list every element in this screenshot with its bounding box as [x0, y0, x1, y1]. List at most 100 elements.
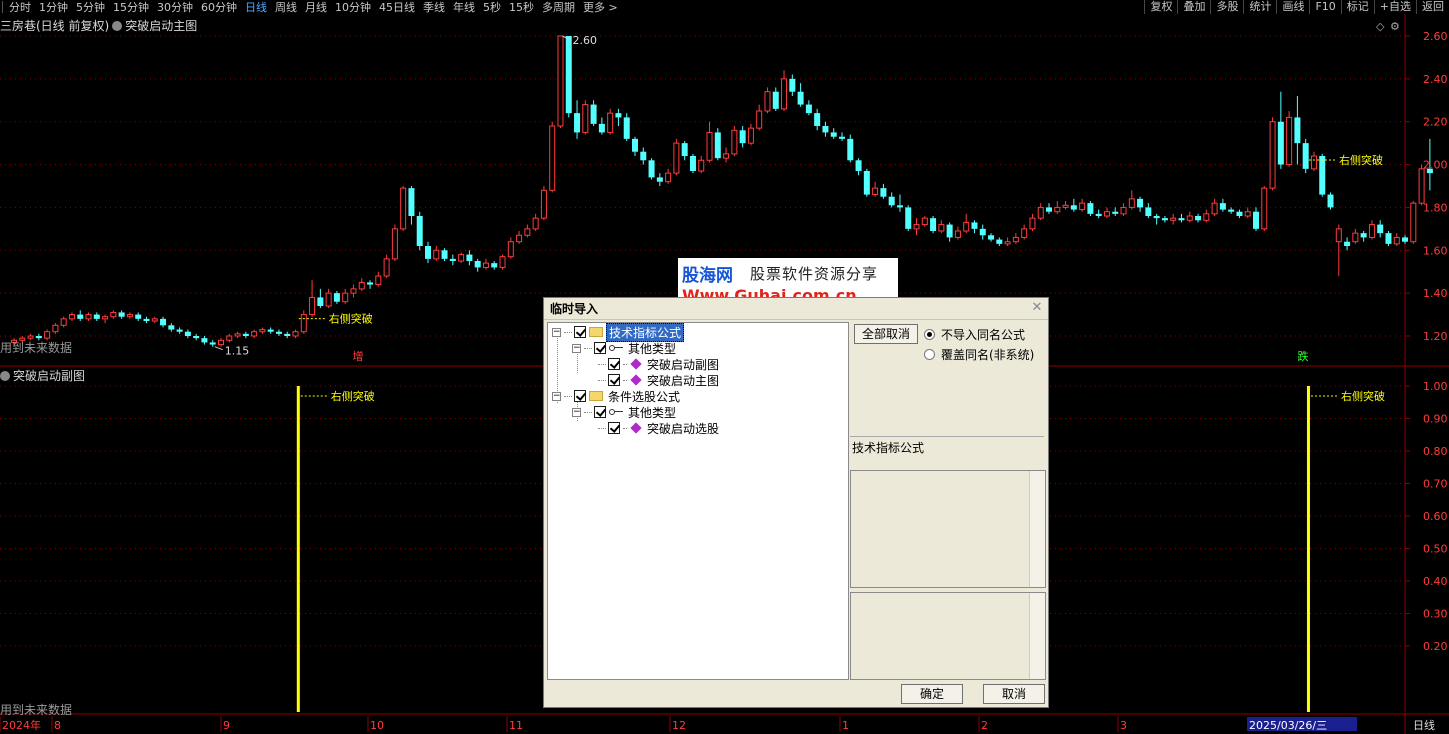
scrollbar[interactable]	[1029, 471, 1045, 587]
tree-node-item3[interactable]: 突破启动选股	[592, 420, 721, 436]
radio-overwrite[interactable]: 覆盖同名(非系统)	[924, 346, 1034, 363]
period-tab-0[interactable]: 分时	[5, 0, 35, 15]
candle-body	[482, 262, 489, 268]
gear-icon[interactable]	[0, 371, 10, 381]
period-tab-15[interactable]: 多周期	[538, 0, 579, 15]
period-tab-14[interactable]: 15秒	[505, 0, 538, 15]
key-icon	[609, 408, 623, 416]
checkbox-sub1[interactable]	[594, 342, 606, 354]
tool-button-3[interactable]: 统计	[1243, 0, 1276, 14]
collapse-icon[interactable]: −	[572, 343, 581, 353]
candle-body	[466, 254, 473, 261]
tree-node-sub2[interactable]: − 其他类型	[572, 404, 678, 420]
tool-button-7[interactable]: +自选	[1373, 0, 1416, 14]
candle-body	[367, 282, 374, 285]
tree-label-item1[interactable]: 突破启动副图	[645, 356, 721, 373]
candle-body	[60, 318, 67, 326]
period-tab-5[interactable]: 60分钟	[197, 0, 241, 15]
candle-body	[930, 218, 937, 231]
candle-body	[1410, 202, 1417, 243]
candle-body	[151, 318, 158, 322]
tree-label-sub1[interactable]: 其他类型	[626, 340, 678, 357]
collapse-icon[interactable]: −	[572, 407, 581, 417]
candle-body	[1203, 213, 1210, 221]
collapse-icon[interactable]: −	[552, 391, 561, 401]
candle-body	[375, 275, 382, 286]
cancel-button[interactable]: 取消	[983, 684, 1045, 704]
candle-body	[781, 78, 788, 110]
tree-dots	[584, 411, 592, 413]
candle-body	[176, 329, 183, 332]
checkbox-item2[interactable]	[608, 374, 620, 386]
candle-body	[1236, 211, 1243, 216]
period-tab-2[interactable]: 5分钟	[72, 0, 109, 15]
gear-icon[interactable]	[112, 21, 123, 31]
tree-node-sub1[interactable]: − 其他类型	[572, 340, 678, 356]
tree-node-item1[interactable]: 突破启动副图	[592, 356, 721, 372]
candle-body	[954, 230, 961, 238]
candle-body	[1087, 203, 1094, 214]
period-tab-4[interactable]: 30分钟	[153, 0, 197, 15]
period-tab-9[interactable]: 10分钟	[331, 0, 375, 15]
checkbox-folder1[interactable]	[574, 326, 586, 338]
checkbox-folder2[interactable]	[574, 390, 586, 402]
candle-body	[391, 228, 398, 260]
candle-body	[1269, 121, 1276, 189]
tree-label-sub2[interactable]: 其他类型	[626, 404, 678, 421]
checkbox-item3[interactable]	[608, 422, 620, 434]
sub-tick-label: 0.70	[1423, 478, 1448, 491]
tool-button-4[interactable]: 画线	[1276, 0, 1309, 14]
candle-body	[234, 333, 241, 337]
tool-button-6[interactable]: 标记	[1340, 0, 1374, 14]
period-tab-7[interactable]: 周线	[271, 0, 301, 15]
scrollbar[interactable]	[1029, 593, 1045, 679]
tree-node-item2[interactable]: 突破启动主图	[592, 372, 721, 388]
period-tab-8[interactable]: 月线	[301, 0, 331, 15]
diamond-icon	[630, 358, 642, 370]
radio-no-import[interactable]: 不导入同名公式	[924, 326, 1025, 343]
sub-tick-label: 0.20	[1423, 640, 1448, 653]
tool-button-8[interactable]: 返回	[1416, 0, 1449, 14]
period-tab-13[interactable]: 5秒	[479, 0, 505, 15]
checkbox-sub2[interactable]	[594, 406, 606, 418]
close-icon[interactable]: ✕	[1030, 301, 1044, 315]
tool-button-5[interactable]: F10	[1309, 0, 1340, 14]
tree-label-item3[interactable]: 突破启动选股	[645, 420, 721, 437]
tree-label-folder2[interactable]: 条件选股公式	[606, 388, 682, 405]
tool-button-1[interactable]: 叠加	[1177, 0, 1210, 14]
candle-body	[1137, 198, 1144, 208]
formula-detail-box[interactable]	[850, 592, 1046, 680]
ok-button[interactable]: 确定	[901, 684, 963, 704]
candle-body	[681, 143, 688, 156]
tree-node-folder2[interactable]: − 条件选股公式	[552, 388, 682, 404]
formula-description-box[interactable]	[850, 470, 1046, 588]
tree-label-item2[interactable]: 突破启动主图	[645, 372, 721, 389]
candle-body	[458, 254, 465, 262]
period-tab-16[interactable]: 更多 >	[579, 0, 622, 15]
high-price-label: 2.60	[572, 34, 597, 47]
price-tick-label: 1.40	[1423, 287, 1448, 300]
radio-button[interactable]	[924, 349, 935, 360]
period-tab-11[interactable]: 季线	[419, 0, 449, 15]
tool-button-0[interactable]: 复权	[1144, 0, 1177, 14]
tree-node-folder1[interactable]: − 技术指标公式	[552, 322, 685, 342]
sub-tick-label: 0.40	[1423, 575, 1448, 588]
period-tab-10[interactable]: 45日线	[375, 0, 419, 15]
radio-button[interactable]	[924, 329, 935, 340]
collapse-icon[interactable]: −	[552, 327, 561, 337]
candle-body	[1112, 211, 1119, 214]
candle-body	[1344, 241, 1351, 246]
checkbox-item1[interactable]	[608, 358, 620, 370]
deselect-all-button[interactable]: 全部取消	[854, 324, 918, 344]
candle-body	[1253, 211, 1259, 229]
candle-body	[789, 78, 796, 92]
candle-body	[1012, 236, 1019, 243]
period-tab-12[interactable]: 年线	[449, 0, 479, 15]
tree-dots	[564, 331, 572, 333]
period-tab-6[interactable]: 日线	[241, 0, 271, 15]
candle-body	[905, 207, 912, 229]
candle-body	[1046, 207, 1052, 212]
period-tab-1[interactable]: 1分钟	[35, 0, 72, 15]
tool-button-2[interactable]: 多股	[1210, 0, 1243, 14]
period-tab-3[interactable]: 15分钟	[109, 0, 153, 15]
